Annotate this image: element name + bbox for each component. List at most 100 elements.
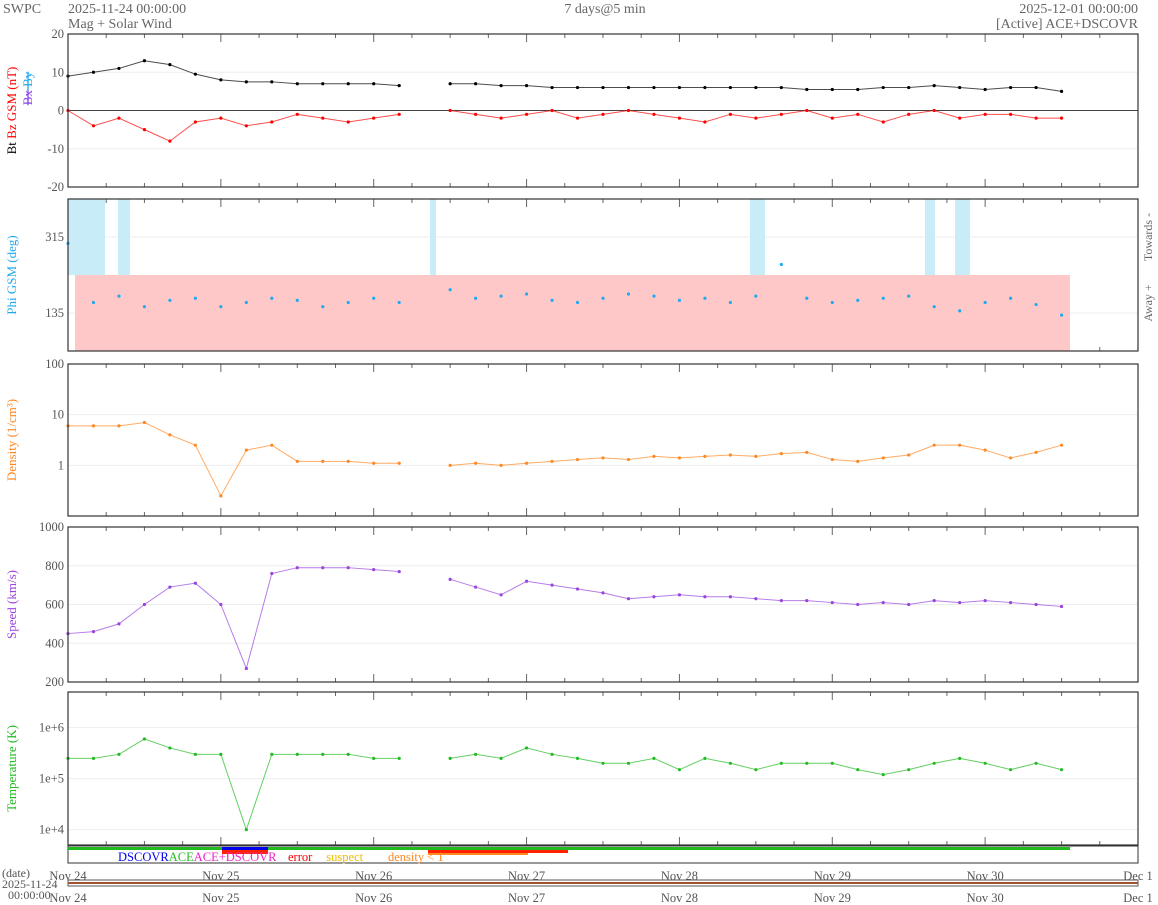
density-point [575,457,580,462]
data-source: [Active] ACE+DSCOVR [996,17,1139,32]
phi-point [779,262,783,267]
speed-point [754,597,758,601]
bz-point [601,112,605,116]
density-point [1059,443,1064,447]
speed-point [626,597,631,601]
y-tick-label: 1000 [39,520,64,534]
y-tick-label: 1e+6 [39,721,64,735]
bt-point [677,85,682,90]
bt-point [117,66,121,71]
speed-point [448,577,452,581]
bt-point [754,85,758,90]
bz-point [856,112,860,116]
bz-point [805,108,809,113]
phi-point [499,294,503,298]
bz-point [193,120,197,124]
x-tick-label: Nov 29 [814,869,851,883]
density-point [524,461,529,465]
temperature-point [703,756,707,760]
y-tick-label: 200 [45,675,64,689]
bz-point [881,120,885,124]
density-point [321,459,325,463]
bt-point [1034,85,1038,90]
bt-point [881,85,885,90]
phi-point [805,296,809,300]
temperature-point [117,752,121,756]
x-tick-label: Nov 27 [508,869,545,883]
bz-point [524,112,529,116]
density-point [474,461,478,465]
bz-point [397,112,401,116]
temperature-point [805,761,809,765]
bz-point [168,139,172,143]
phi-point [142,305,147,309]
bz-point [1009,112,1013,116]
legend-error: error [288,850,313,864]
x-tick-label: Dec 1 [1123,891,1153,905]
phi-point [932,305,936,309]
phi-point [550,298,554,302]
speed-point [397,569,401,574]
temperature-point [168,746,172,750]
speed-point [372,568,376,572]
panel-density: 100 10 1 Density (1/cm³) [4,357,1139,517]
density-point [397,461,401,465]
temperature-point [881,773,885,777]
bz-point [958,116,962,120]
y-tick-label: 10 [52,408,65,422]
density-point [448,463,452,467]
temperature-point [779,761,783,765]
x-tick-label: Nov 29 [814,891,851,905]
y-tick-label: 315 [45,230,64,244]
bz-point [703,120,707,124]
panel-frame [67,691,1139,846]
speed-point [958,600,962,605]
bz-point [983,112,987,116]
towards-label: Towards - [1141,213,1155,261]
x-tick-label: Nov 28 [661,869,698,883]
legend-ace-dscovr: ACE+DSCOVR [194,850,277,864]
phi-point [1059,313,1064,317]
speed-point [932,599,936,603]
bz-point [754,116,758,120]
status-strip: DSCOVR ACE ACE+DSCOVR error suspect density <… [67,845,1139,864]
bz-point [372,116,376,120]
bt-point [728,85,732,90]
density-point [805,450,809,454]
density-point [1009,456,1013,460]
speed-point [601,591,605,595]
bz-point [499,116,503,120]
x-tick-label: Nov 24 [49,891,87,905]
away-sector-band [75,275,1070,351]
bt-point [601,85,605,90]
bt-point [652,85,656,90]
y-tick-label: 800 [45,559,64,573]
density-point [270,443,274,447]
bt-point [830,87,834,92]
speed-point [1059,604,1064,609]
bz-point [448,108,452,113]
y-tick-label: 600 [45,598,64,612]
bt-point [499,84,503,88]
phi-point [321,305,325,309]
y-axis-label: Speed (km/s) [4,570,19,639]
towards-sector-band [955,199,970,275]
speed-point [346,566,350,570]
phi-point [117,294,121,298]
time-start-label: 00:00:00 [8,888,51,902]
density-point [779,452,783,456]
panel-frame [67,363,1139,517]
temperature-point [1034,761,1038,765]
legend-density-: density < 1 [388,850,444,864]
phi-point [346,300,350,305]
bt-point [856,87,860,92]
towards-sector-band [118,199,130,275]
bt-point [779,85,783,90]
density-point [677,456,682,460]
bt-line [67,60,400,87]
temperature-point [677,768,682,772]
y-tick-label: -10 [47,142,64,156]
bz-point [244,124,248,128]
temperature-point [754,768,758,772]
phi-point [1034,302,1038,307]
